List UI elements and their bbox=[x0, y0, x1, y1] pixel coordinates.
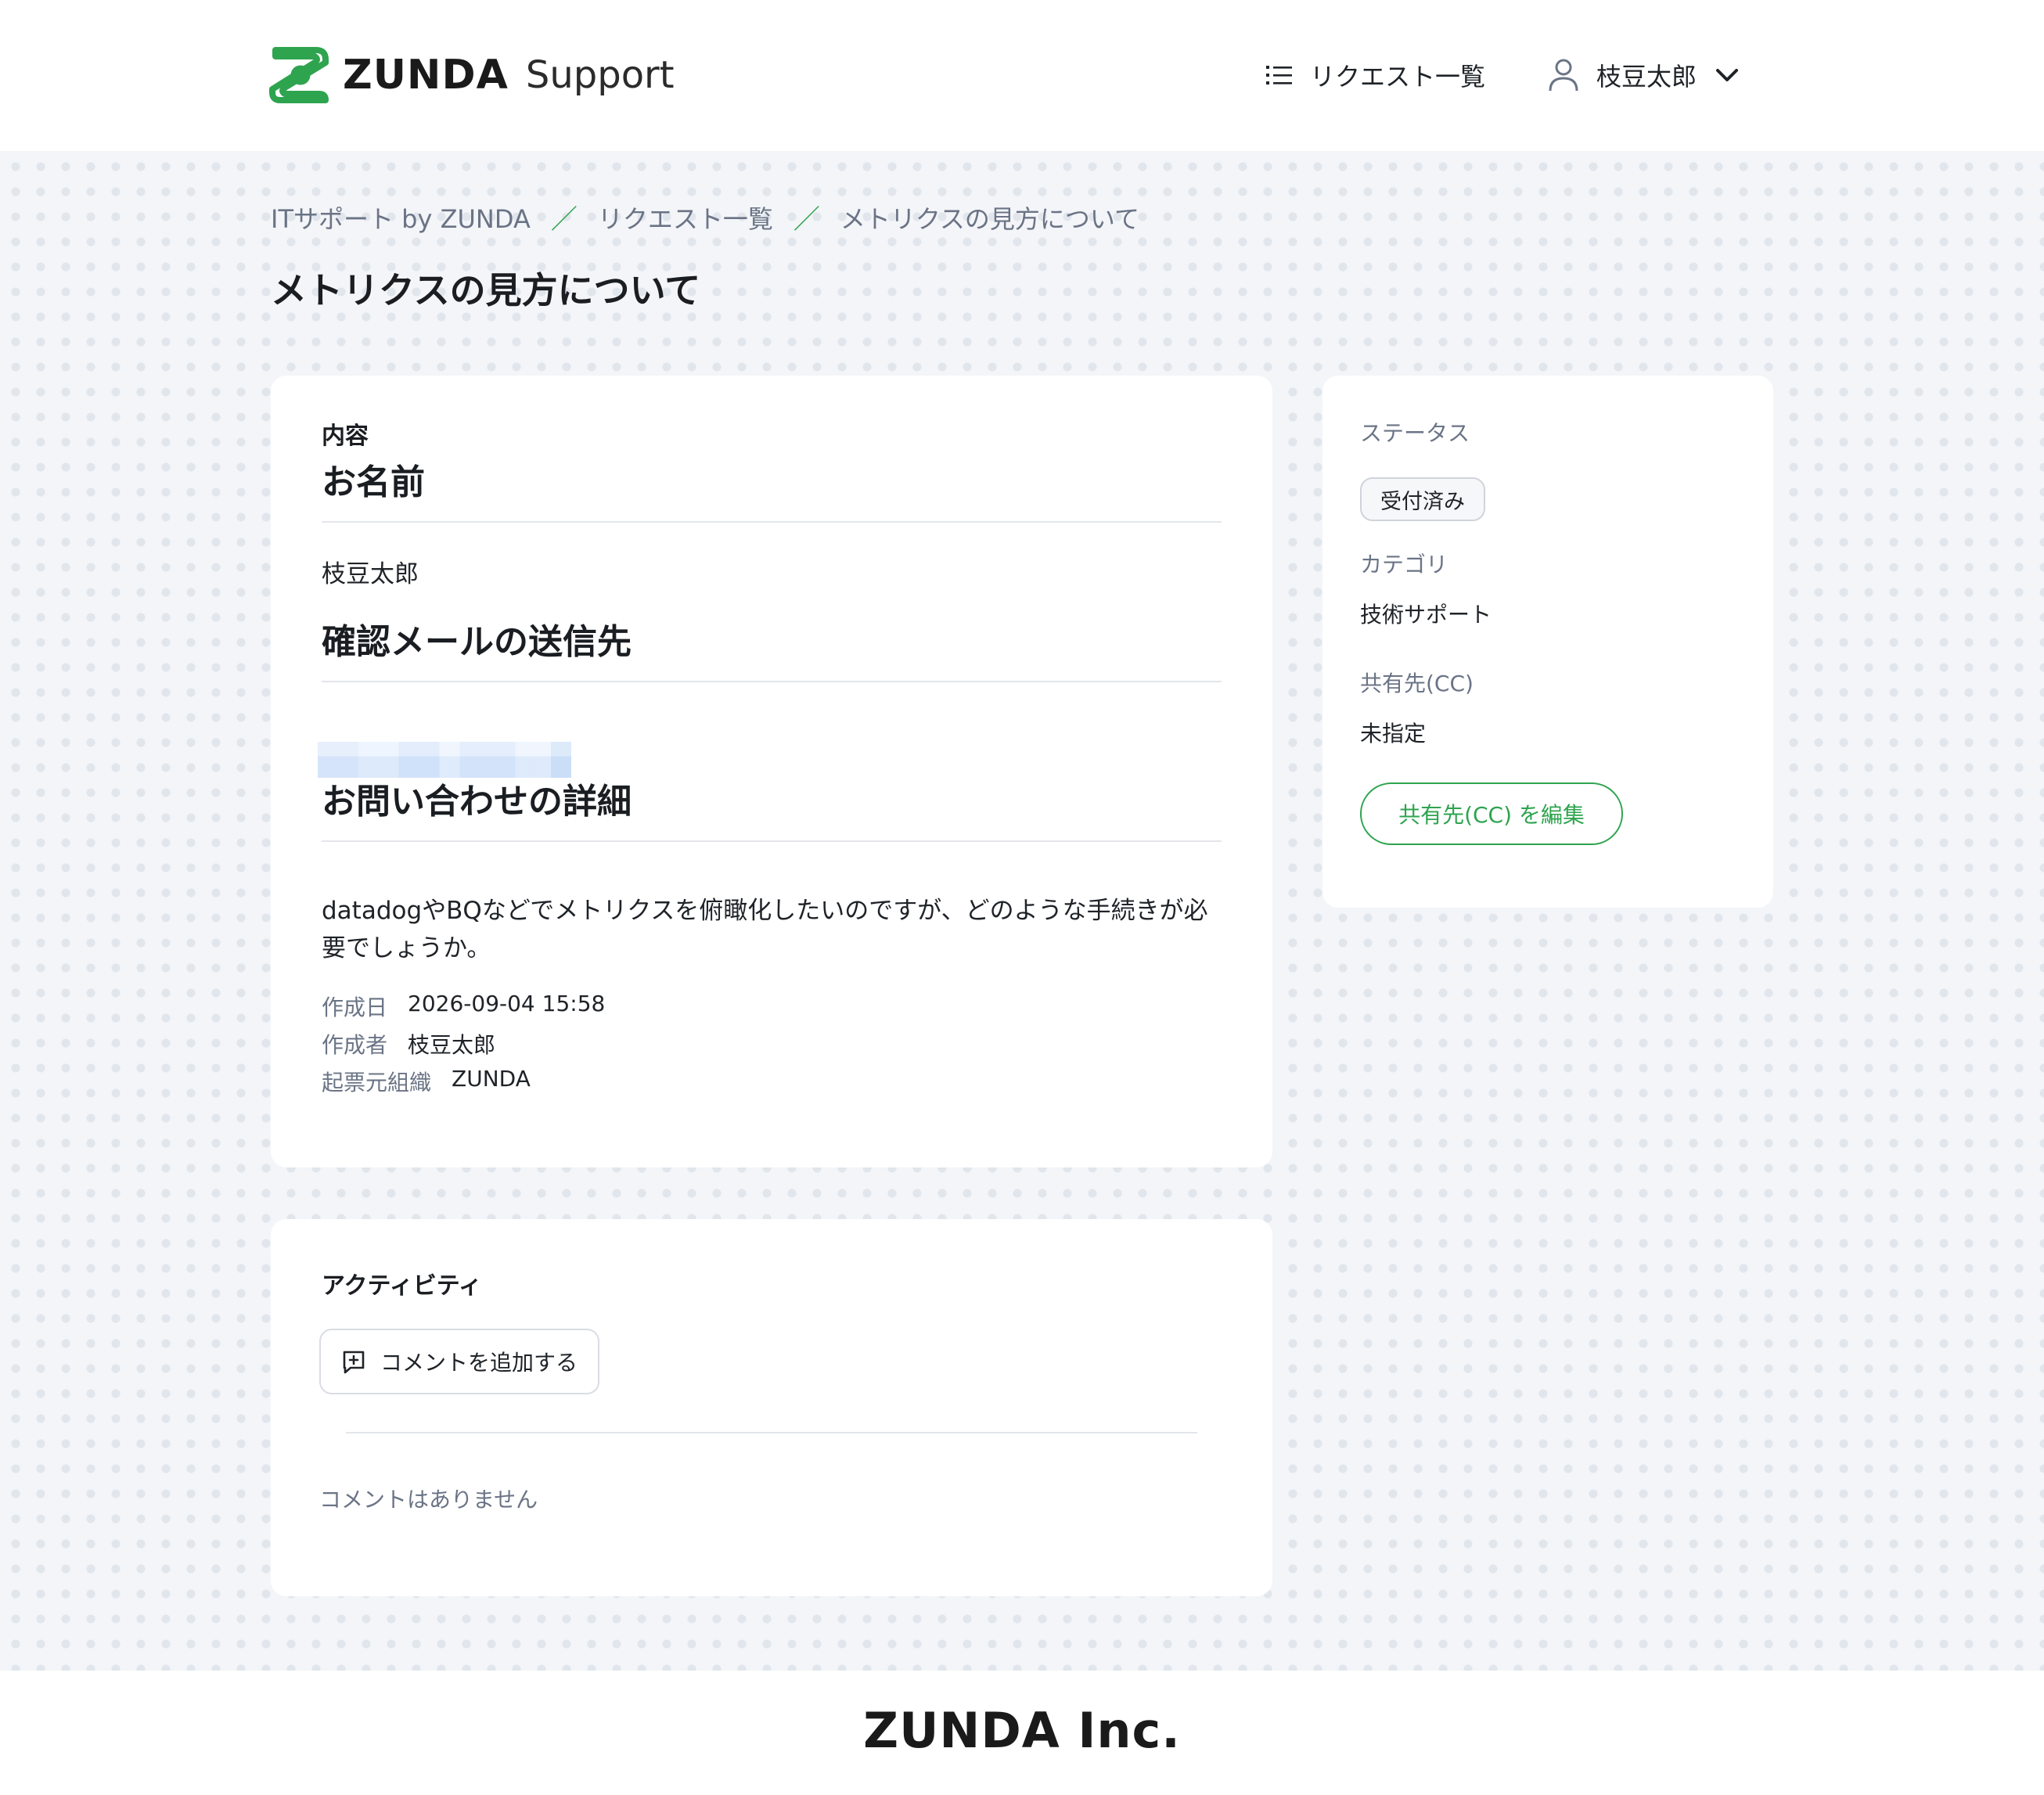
divider bbox=[322, 681, 1222, 682]
divider bbox=[346, 1432, 1197, 1433]
main-area: ITサポート by ZUNDA ／ リクエスト一覧 ／ メトリクスの見方について… bbox=[0, 151, 2044, 1671]
empty-comments-text: コメントはありません bbox=[319, 1487, 538, 1513]
add-comment-label: コメントを追加する bbox=[380, 1350, 578, 1376]
category-label: カテゴリ bbox=[1360, 552, 1448, 577]
field-value-name: 枝豆太郎 bbox=[322, 560, 419, 588]
list-icon bbox=[1266, 66, 1292, 85]
breadcrumb-home[interactable]: ITサポート by ZUNDA bbox=[271, 200, 531, 236]
cc-value: 未指定 bbox=[1360, 721, 1427, 746]
logo-subtitle: Support bbox=[525, 53, 675, 97]
nav-request-list-label: リクエスト一覧 bbox=[1310, 62, 1486, 92]
user-icon bbox=[1549, 59, 1578, 92]
breadcrumb-separator: ／ bbox=[793, 204, 820, 236]
user-name: 枝豆太郎 bbox=[1596, 62, 1697, 92]
breadcrumb-request-list[interactable]: リクエスト一覧 bbox=[598, 200, 773, 236]
edit-cc-button[interactable]: 共有先(CC) を編集 bbox=[1360, 782, 1623, 845]
breadcrumb: ITサポート by ZUNDA ／ リクエスト一覧 ／ メトリクスの見方について bbox=[271, 198, 1139, 236]
meta-key: 起票元組織 bbox=[322, 1070, 432, 1095]
meta-key: 作成者 bbox=[322, 1032, 388, 1058]
logo-wordmark: ZUNDA bbox=[343, 52, 509, 99]
content-section-label: 内容 bbox=[322, 423, 369, 450]
nav-request-list[interactable]: リクエスト一覧 bbox=[1266, 55, 1485, 95]
breadcrumb-current[interactable]: メトリクスの見方について bbox=[840, 200, 1139, 236]
field-value-detail: datadogやBQなどでメトリクスを俯瞰化したいのですが、どのような手続きが必… bbox=[322, 897, 1208, 962]
meta-value: 枝豆太郎 bbox=[408, 1032, 496, 1058]
footer-brand: ZUNDA Inc. bbox=[863, 1702, 1181, 1759]
site-footer: ZUNDA Inc. bbox=[0, 1671, 2044, 1795]
page-title: メトリクスの見方について bbox=[271, 269, 701, 311]
request-status-card: ステータス 受付済み カテゴリ 技術サポート 共有先(CC) 未指定 共有先(C… bbox=[1322, 376, 1773, 908]
divider bbox=[322, 840, 1222, 842]
breadcrumb-separator: ／ bbox=[550, 204, 578, 236]
request-content-card: 内容 お名前 枝豆太郎 確認メールの送信先 お問い合わせの詳細 datadogや… bbox=[271, 376, 1272, 1167]
status-label: ステータス bbox=[1360, 420, 1470, 446]
field-heading-detail: お問い合わせの詳細 bbox=[322, 782, 632, 822]
zunda-logo-icon bbox=[269, 47, 329, 103]
site-header: ZUNDA Support リクエスト一覧 枝豆太郎 bbox=[0, 0, 2044, 151]
add-comment-button[interactable]: コメントを追加する bbox=[319, 1329, 600, 1394]
category-value: 技術サポート bbox=[1360, 602, 1492, 628]
divider bbox=[322, 521, 1222, 523]
meta-created-date: 作成日 2026-09-04 15:58 bbox=[322, 991, 605, 1022]
cc-label: 共有先(CC) bbox=[1360, 671, 1474, 696]
add-comment-icon bbox=[343, 1351, 365, 1374]
site-logo[interactable]: ZUNDA Support bbox=[269, 44, 675, 106]
meta-value: 2026-09-04 15:58 bbox=[408, 991, 606, 1016]
meta-key: 作成日 bbox=[322, 995, 388, 1020]
chevron-down-icon bbox=[1716, 69, 1739, 81]
activity-card: アクティビティ コメントを追加する コメントはありません bbox=[271, 1219, 1272, 1596]
activity-title: アクティビティ bbox=[322, 1272, 482, 1300]
status-badge: 受付済み bbox=[1360, 477, 1485, 521]
field-heading-email: 確認メールの送信先 bbox=[322, 622, 632, 662]
meta-created-by: 作成者 枝豆太郎 bbox=[322, 1028, 495, 1059]
meta-value: ZUNDA bbox=[452, 1066, 531, 1092]
field-heading-name: お名前 bbox=[322, 462, 425, 502]
user-menu[interactable]: 枝豆太郎 bbox=[1548, 52, 1739, 99]
meta-organization: 起票元組織 ZUNDA bbox=[322, 1066, 531, 1097]
